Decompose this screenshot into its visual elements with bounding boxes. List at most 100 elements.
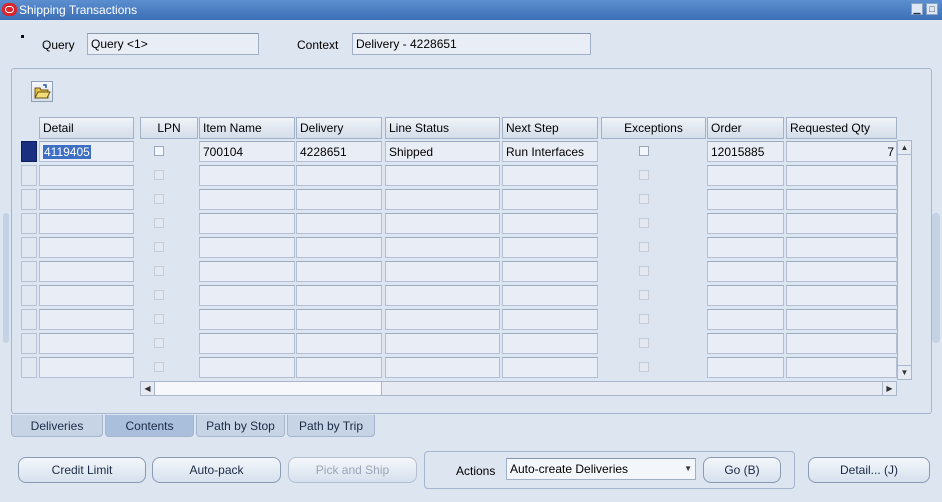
row-selector[interactable]	[21, 357, 37, 378]
pick-and-ship-button[interactable]: Pick and Ship	[288, 457, 417, 483]
scroll-down-icon[interactable]: ▼	[898, 365, 911, 379]
row-checkbox[interactable]	[154, 290, 164, 300]
table-cell[interactable]	[385, 261, 500, 282]
row-selector[interactable]	[21, 189, 37, 210]
query-field[interactable]: Query <1>	[87, 33, 259, 55]
table-cell[interactable]	[199, 165, 295, 186]
table-cell[interactable]	[199, 285, 295, 306]
row-selector[interactable]	[21, 309, 37, 330]
table-cell[interactable]	[786, 357, 897, 378]
table-cell[interactable]	[39, 285, 134, 306]
header-lpn[interactable]: LPN	[140, 117, 198, 139]
row-checkbox[interactable]	[639, 194, 649, 204]
table-cell[interactable]	[385, 213, 500, 234]
auto-pack-button[interactable]: Auto-pack	[152, 457, 281, 483]
tab-path-by-trip[interactable]: Path by Trip	[287, 415, 375, 437]
table-cell[interactable]	[39, 333, 134, 354]
table-cell[interactable]	[707, 309, 784, 330]
exceptions-checkbox[interactable]	[639, 146, 649, 156]
table-cell[interactable]	[502, 357, 598, 378]
credit-limit-button[interactable]: Credit Limit	[18, 457, 146, 483]
table-cell[interactable]	[786, 285, 897, 306]
row-checkbox[interactable]	[154, 242, 164, 252]
row-selector[interactable]	[21, 285, 37, 306]
scroll-up-icon[interactable]: ▲	[898, 141, 911, 155]
header-next-step[interactable]: Next Step	[502, 117, 598, 139]
minimize-icon[interactable]: ▁	[911, 3, 923, 15]
lpn-checkbox[interactable]	[154, 146, 164, 156]
go-button[interactable]: Go (B)	[703, 457, 781, 483]
table-cell[interactable]	[707, 213, 784, 234]
table-cell-requested-qty[interactable]: 7	[786, 141, 897, 162]
table-cell[interactable]	[199, 333, 295, 354]
table-cell[interactable]	[296, 189, 382, 210]
table-cell[interactable]	[502, 165, 598, 186]
scroll-left-icon[interactable]: ◀	[141, 382, 155, 395]
row-checkbox[interactable]	[639, 170, 649, 180]
table-cell[interactable]	[199, 357, 295, 378]
table-cell[interactable]	[39, 213, 134, 234]
table-cell-order[interactable]: 12015885	[707, 141, 784, 162]
table-cell[interactable]	[385, 333, 500, 354]
table-cell[interactable]	[502, 237, 598, 258]
row-checkbox[interactable]	[154, 170, 164, 180]
table-cell[interactable]	[502, 261, 598, 282]
table-cell[interactable]	[385, 165, 500, 186]
row-checkbox[interactable]	[639, 338, 649, 348]
table-cell[interactable]	[39, 261, 134, 282]
table-cell[interactable]	[385, 357, 500, 378]
table-cell[interactable]	[296, 357, 382, 378]
row-checkbox[interactable]	[639, 266, 649, 276]
table-cell[interactable]	[385, 285, 500, 306]
table-cell[interactable]	[385, 309, 500, 330]
row-selector[interactable]	[21, 213, 37, 234]
table-cell[interactable]	[502, 285, 598, 306]
table-cell[interactable]	[199, 309, 295, 330]
table-cell[interactable]	[199, 261, 295, 282]
row-checkbox[interactable]	[154, 314, 164, 324]
row-selector[interactable]	[21, 261, 37, 282]
table-cell[interactable]	[39, 165, 134, 186]
table-cell[interactable]	[39, 237, 134, 258]
row-selector[interactable]	[21, 141, 37, 162]
tab-deliveries[interactable]: Deliveries	[11, 415, 103, 437]
table-cell[interactable]	[786, 213, 897, 234]
actions-select[interactable]: Auto-create Deliveries ▼	[506, 458, 696, 480]
header-line-status[interactable]: Line Status	[385, 117, 500, 139]
table-cell[interactable]	[296, 213, 382, 234]
table-cell[interactable]	[39, 357, 134, 378]
table-cell[interactable]	[502, 309, 598, 330]
table-cell[interactable]	[385, 189, 500, 210]
header-exceptions[interactable]: Exceptions	[601, 117, 706, 139]
header-order[interactable]: Order	[707, 117, 784, 139]
tab-contents[interactable]: Contents	[105, 415, 194, 437]
table-cell[interactable]	[296, 333, 382, 354]
table-cell[interactable]	[385, 237, 500, 258]
open-folder-button[interactable]	[31, 81, 53, 102]
header-item-name[interactable]: Item Name	[199, 117, 295, 139]
table-cell[interactable]	[199, 237, 295, 258]
table-cell[interactable]	[786, 237, 897, 258]
table-cell[interactable]	[786, 165, 897, 186]
table-cell[interactable]	[707, 237, 784, 258]
table-cell[interactable]	[707, 165, 784, 186]
table-cell[interactable]	[199, 189, 295, 210]
table-cell[interactable]	[502, 189, 598, 210]
row-selector[interactable]	[21, 165, 37, 186]
row-checkbox[interactable]	[639, 290, 649, 300]
row-checkbox[interactable]	[154, 218, 164, 228]
table-cell-detail[interactable]: 4119405	[39, 141, 134, 162]
table-cell[interactable]	[502, 213, 598, 234]
table-cell[interactable]	[502, 333, 598, 354]
header-detail[interactable]: Detail	[39, 117, 134, 139]
table-cell[interactable]	[296, 309, 382, 330]
tab-path-by-stop[interactable]: Path by Stop	[196, 415, 285, 437]
table-cell[interactable]	[296, 285, 382, 306]
horizontal-scrollbar[interactable]: ◀ ▶	[140, 381, 897, 396]
table-cell[interactable]	[707, 357, 784, 378]
left-resize-handle[interactable]	[3, 213, 9, 343]
scroll-right-icon[interactable]: ▶	[882, 382, 896, 395]
window-resize-handle[interactable]	[932, 213, 940, 343]
row-checkbox[interactable]	[639, 314, 649, 324]
table-cell-item-name[interactable]: 700104	[199, 141, 295, 162]
